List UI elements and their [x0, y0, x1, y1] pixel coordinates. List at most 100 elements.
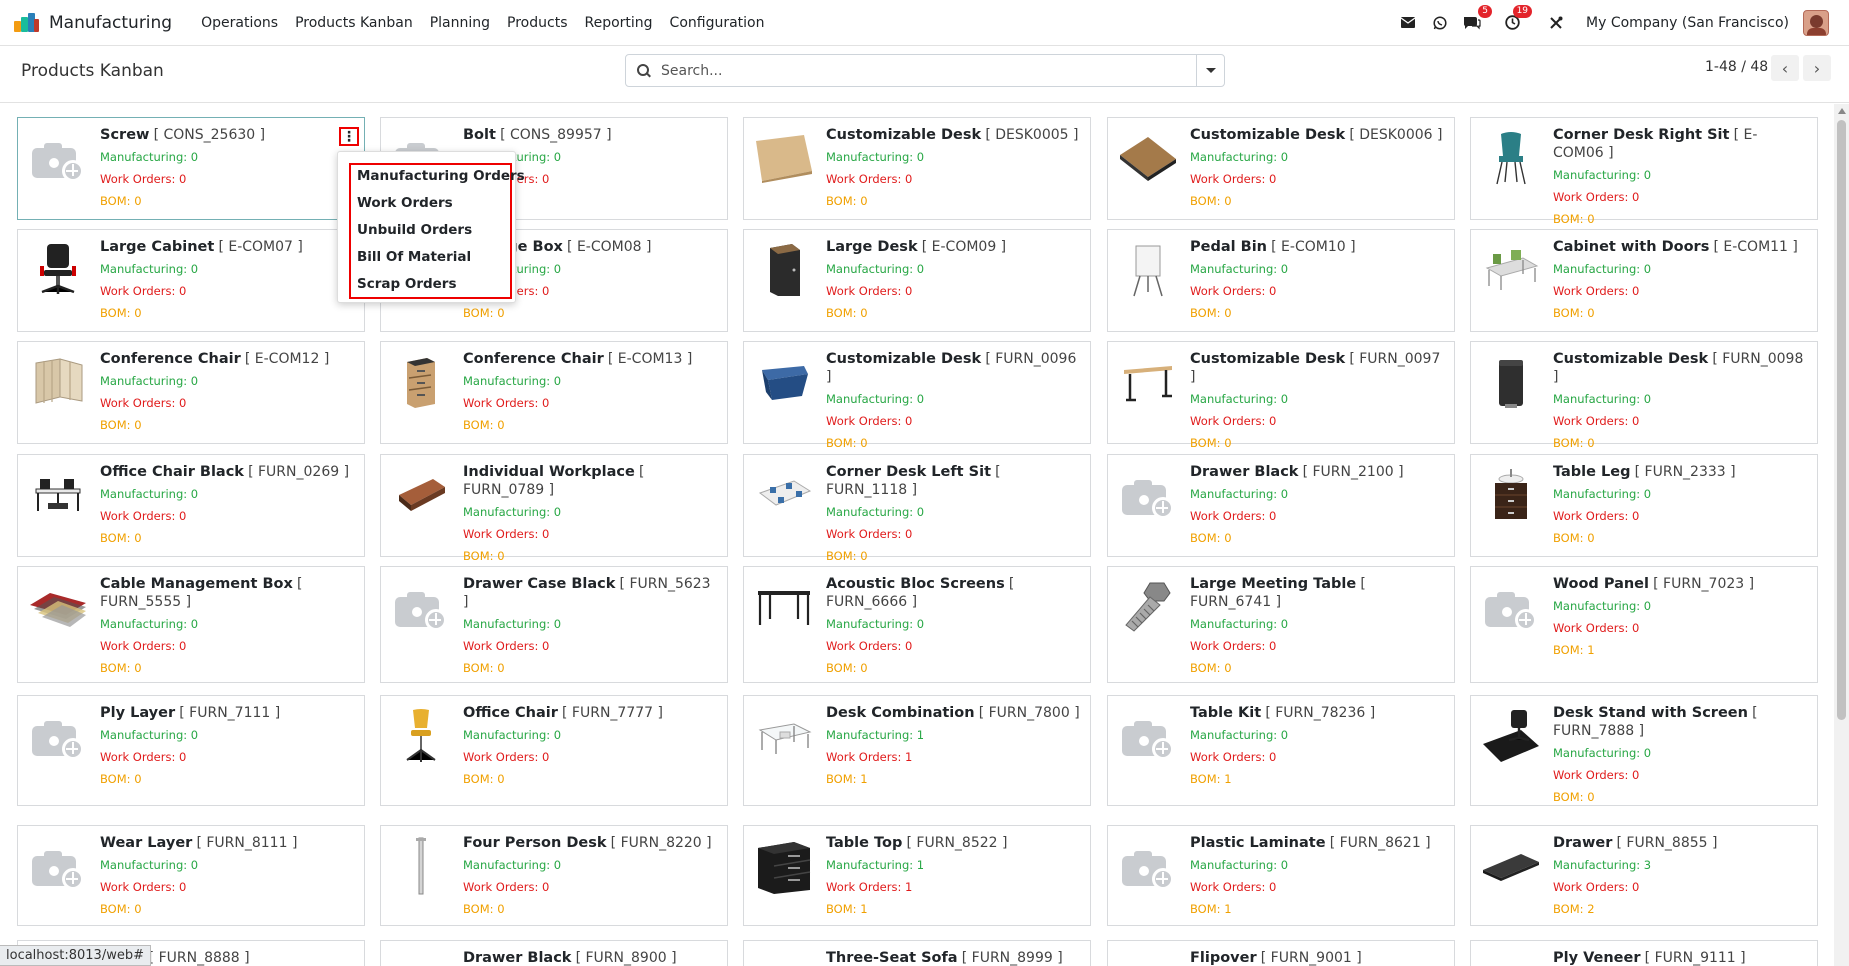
manufacturing-count[interactable]: Manufacturing: 0	[100, 856, 354, 874]
work-orders-count[interactable]: Work Orders: 0	[100, 170, 354, 188]
product-card[interactable]: Ply Veneer [ FURN_9111 ]	[1470, 940, 1818, 966]
manufacturing-count[interactable]: Manufacturing: 0	[463, 615, 717, 633]
product-card[interactable]: Screw [ CONS_25630 ] Manufacturing: 0 Work…	[17, 117, 365, 220]
product-card[interactable]: Table Kit [ FURN_78236 ] Manufacturing: 0…	[1107, 695, 1455, 806]
bom-count[interactable]: BOM: 0	[1553, 529, 1807, 547]
bom-count[interactable]: BOM: 0	[100, 304, 354, 322]
bom-count[interactable]: BOM: 0	[463, 659, 717, 677]
work-orders-count[interactable]: Work Orders: 0	[1190, 637, 1444, 655]
envelope-icon[interactable]	[1398, 13, 1418, 33]
manufacturing-count[interactable]: Manufacturing: 0	[100, 726, 354, 744]
dropdown-manufacturing-orders[interactable]: Manufacturing Orders	[357, 168, 525, 184]
product-card[interactable]: Office Chair [ FURN_7777 ] Manufacturing:…	[380, 695, 728, 806]
bom-count[interactable]: BOM: 0	[463, 770, 717, 788]
work-orders-count[interactable]: Work Orders: 0	[463, 878, 717, 896]
user-avatar[interactable]	[1803, 9, 1829, 36]
manufacturing-count[interactable]: Manufacturing: 0	[463, 856, 717, 874]
product-card[interactable]: Desk Combination [ FURN_7800 ] Manufactur…	[743, 695, 1091, 806]
tools-icon[interactable]	[1546, 13, 1566, 33]
work-orders-count[interactable]: Work Orders: 0	[100, 394, 354, 412]
product-card[interactable]: Table Leg [ FURN_2333 ] Manufacturing: 0 W…	[1470, 454, 1818, 557]
bom-count[interactable]: BOM: 0	[100, 529, 354, 547]
card-menu-kebab-icon[interactable]: ⋮	[339, 127, 359, 146]
work-orders-count[interactable]: Work Orders: 0	[1553, 282, 1807, 300]
manufacturing-count[interactable]: Manufacturing: 0	[1190, 856, 1444, 874]
product-card[interactable]: Drawer Black [ FURN_8900 ]	[380, 940, 728, 966]
bom-count[interactable]: BOM: 1	[1190, 770, 1444, 788]
menu-products-kanban[interactable]: Products Kanban	[295, 15, 413, 31]
bom-count[interactable]: BOM: 0	[463, 900, 717, 918]
bom-count[interactable]: BOM: 1	[826, 770, 1080, 788]
manufacturing-count[interactable]: Manufacturing: 0	[826, 390, 1080, 408]
product-card[interactable]: Corner Desk Right Sit [ E-COM06 ] Manufac…	[1470, 117, 1818, 226]
work-orders-count[interactable]: Work Orders: 0	[1553, 619, 1807, 637]
scroll-thumb[interactable]	[1837, 120, 1846, 720]
product-card[interactable]: Ply Layer [ FURN_7111 ] Manufacturing: 0 W…	[17, 695, 365, 806]
manufacturing-count[interactable]: Manufacturing: 0	[1190, 615, 1444, 633]
work-orders-count[interactable]: Work Orders: 0	[1190, 507, 1444, 525]
product-card[interactable]: Four Person Desk [ FURN_8220 ] Manufactur…	[380, 825, 728, 926]
product-card[interactable]: Customizable Desk [ DESK0006 ] Manufactur…	[1107, 117, 1455, 220]
manufacturing-count[interactable]: Manufacturing: 0	[1190, 148, 1444, 166]
work-orders-count[interactable]: Work Orders: 0	[1553, 188, 1807, 206]
work-orders-count[interactable]: Work Orders: 0	[463, 748, 717, 766]
product-card[interactable]: Corner Desk Left Sit [ FURN_1118 ] Manufa…	[743, 454, 1091, 563]
manufacturing-count[interactable]: Manufacturing: 0	[463, 503, 717, 521]
work-orders-count[interactable]: Work Orders: 0	[826, 282, 1080, 300]
work-orders-count[interactable]: Work Orders: 0	[826, 412, 1080, 430]
product-card[interactable]: Three-Seat Sofa [ FURN_8999 ]	[743, 940, 1091, 966]
work-orders-count[interactable]: Work Orders: 0	[826, 170, 1080, 188]
product-card[interactable]: Cable Management Box [ FURN_5555 ] Manufa…	[17, 566, 365, 683]
pager-next-button[interactable]: ›	[1803, 55, 1831, 81]
product-card[interactable]: Conference Chair [ E-COM13 ] Manufacturin…	[380, 341, 728, 444]
bom-count[interactable]: BOM: 0	[826, 304, 1080, 322]
messages-icon[interactable]: 5	[1462, 4, 1493, 33]
bom-count[interactable]: BOM: 0	[100, 659, 354, 677]
page-scrollbar[interactable]	[1834, 104, 1849, 966]
pager-value[interactable]: 1-48 / 48	[1705, 59, 1768, 75]
bom-count[interactable]: BOM: 0	[1190, 304, 1444, 322]
dropdown-bill-of-material[interactable]: Bill Of Material	[357, 249, 471, 265]
menu-operations[interactable]: Operations	[201, 15, 278, 31]
manufacturing-count[interactable]: Manufacturing: 0	[100, 260, 354, 278]
manufacturing-count[interactable]: Manufacturing: 1	[826, 856, 1080, 874]
work-orders-count[interactable]: Work Orders: 0	[826, 525, 1080, 543]
dropdown-work-orders[interactable]: Work Orders	[357, 195, 453, 211]
work-orders-count[interactable]: Work Orders: 0	[100, 282, 354, 300]
manufacturing-count[interactable]: Manufacturing: 0	[826, 260, 1080, 278]
bom-count[interactable]: BOM: 0	[100, 192, 354, 210]
bom-count[interactable]: BOM: 0	[463, 304, 717, 322]
work-orders-count[interactable]: Work Orders: 0	[463, 394, 717, 412]
product-card[interactable]: Flipover [ FURN_9001 ]	[1107, 940, 1455, 966]
bom-count[interactable]: BOM: 2	[1553, 900, 1807, 918]
manufacturing-count[interactable]: Manufacturing: 0	[1553, 744, 1807, 762]
manufacturing-count[interactable]: Manufacturing: 0	[1553, 260, 1807, 278]
bom-count[interactable]: BOM: 0	[1553, 210, 1807, 228]
bom-count[interactable]: BOM: 0	[1190, 659, 1444, 677]
product-card[interactable]: Table Top [ FURN_8522 ] Manufacturing: 1 W…	[743, 825, 1091, 926]
work-orders-count[interactable]: Work Orders: 0	[826, 637, 1080, 655]
product-card[interactable]: Conference Chair [ E-COM12 ] Manufacturin…	[17, 341, 365, 444]
work-orders-count[interactable]: Work Orders: 0	[1190, 412, 1444, 430]
menu-products[interactable]: Products	[507, 15, 567, 31]
whatsapp-icon[interactable]	[1430, 13, 1450, 33]
bom-count[interactable]: BOM: 0	[826, 547, 1080, 565]
work-orders-count[interactable]: Work Orders: 0	[1190, 170, 1444, 188]
manufacturing-count[interactable]: Manufacturing: 0	[826, 148, 1080, 166]
work-orders-count[interactable]: Work Orders: 1	[826, 878, 1080, 896]
menu-configuration[interactable]: Configuration	[670, 15, 765, 31]
work-orders-count[interactable]: Work Orders: 0	[1553, 412, 1807, 430]
dropdown-scrap-orders[interactable]: Scrap Orders	[357, 276, 457, 292]
bom-count[interactable]: BOM: 0	[826, 659, 1080, 677]
bom-count[interactable]: BOM: 0	[826, 434, 1080, 452]
product-card[interactable]: Pedal Bin [ E-COM10 ] Manufacturing: 0 Wor…	[1107, 229, 1455, 332]
bom-count[interactable]: BOM: 1	[826, 900, 1080, 918]
bom-count[interactable]: BOM: 0	[100, 416, 354, 434]
product-card[interactable]: Wood Panel [ FURN_7023 ] Manufacturing: 0…	[1470, 566, 1818, 683]
search-input[interactable]	[661, 56, 1196, 85]
bom-count[interactable]: BOM: 1	[1190, 900, 1444, 918]
manufacturing-count[interactable]: Manufacturing: 0	[1190, 390, 1444, 408]
work-orders-count[interactable]: Work Orders: 0	[100, 637, 354, 655]
manufacturing-count[interactable]: Manufacturing: 0	[463, 726, 717, 744]
bom-count[interactable]: BOM: 0	[100, 900, 354, 918]
